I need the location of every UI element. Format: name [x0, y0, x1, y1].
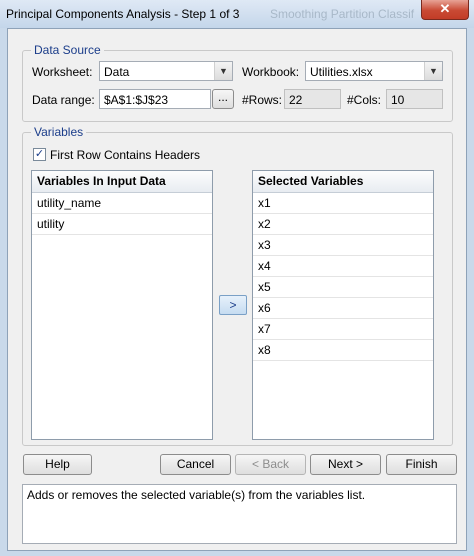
input-variables-list[interactable]: Variables In Input Data utility_name util… [31, 170, 213, 440]
data-source-group: Data Source Worksheet: Data ▼ Workbook: … [22, 43, 453, 122]
cols-field: 10 [386, 89, 443, 109]
data-range-picker-button[interactable]: ... [212, 89, 234, 109]
list-item[interactable]: utility [32, 214, 212, 235]
back-label: < Back [251, 457, 290, 471]
background-window-title: Smoothing Partition Classif [270, 7, 415, 21]
variables-legend: Variables [31, 125, 87, 139]
help-text-box: Adds or removes the selected variable(s)… [22, 484, 457, 544]
checkmark-icon: ✓ [34, 148, 45, 160]
data-range-label: Data range: [32, 93, 95, 107]
first-row-headers-checkbox[interactable]: ✓ [33, 148, 46, 161]
list-item[interactable]: x3 [253, 235, 433, 256]
data-range-input[interactable]: $A$1:$J$23 [99, 89, 211, 109]
move-variable-button[interactable]: > [219, 295, 247, 315]
ellipsis-label: ... [217, 90, 228, 104]
cols-value: 10 [391, 93, 405, 107]
chevron-down-icon[interactable]: ▼ [424, 62, 442, 80]
list-item[interactable]: x6 [253, 298, 433, 319]
workbook-label: Workbook: [242, 65, 300, 79]
list-item[interactable]: x5 [253, 277, 433, 298]
help-label: Help [45, 457, 70, 471]
worksheet-value: Data [104, 65, 130, 79]
workbook-dropdown[interactable]: Utilities.xlsx ▼ [305, 61, 443, 81]
help-button[interactable]: Help [23, 454, 92, 475]
data-range-value: $A$1:$J$23 [104, 93, 169, 107]
list-item[interactable]: utility_name [32, 193, 212, 214]
next-label: Next > [327, 457, 363, 471]
workbook-value: Utilities.xlsx [310, 65, 373, 79]
finish-button[interactable]: Finish [386, 454, 457, 475]
window-title: Principal Components Analysis - Step 1 o… [6, 7, 240, 21]
close-icon: ✕ [439, 1, 451, 16]
selected-variables-rows: x1 x2 x3 x4 x5 x6 x7 x8 [253, 193, 433, 361]
rows-value: 22 [289, 93, 303, 107]
list-item[interactable]: x1 [253, 193, 433, 214]
cols-label: #Cols: [347, 93, 382, 107]
worksheet-label: Worksheet: [32, 65, 93, 79]
help-text: Adds or removes the selected variable(s)… [27, 488, 366, 502]
first-row-headers-label: First Row Contains Headers [50, 148, 201, 162]
list-item[interactable]: x2 [253, 214, 433, 235]
rows-field: 22 [284, 89, 341, 109]
variables-group: Variables ✓ First Row Contains Headers V… [22, 125, 453, 446]
chevron-down-icon[interactable]: ▼ [214, 62, 232, 80]
arrow-right-icon: > [229, 298, 237, 312]
selected-variables-list[interactable]: Selected Variables x1 x2 x3 x4 x5 x6 x7 x8 [252, 170, 434, 440]
data-source-legend: Data Source [31, 43, 104, 57]
input-variables-rows: utility_name utility [32, 193, 212, 235]
cancel-label: Cancel [176, 457, 215, 471]
rows-label: #Rows: [242, 93, 283, 107]
next-button[interactable]: Next > [310, 454, 381, 475]
selected-variables-header: Selected Variables [253, 171, 433, 193]
list-item[interactable]: x7 [253, 319, 433, 340]
dialog-body: Data Source Worksheet: Data ▼ Workbook: … [7, 28, 467, 551]
list-item[interactable]: x4 [253, 256, 433, 277]
worksheet-dropdown[interactable]: Data ▼ [99, 61, 233, 81]
back-button[interactable]: < Back [235, 454, 306, 475]
cancel-button[interactable]: Cancel [160, 454, 231, 475]
title-bar: Principal Components Analysis - Step 1 o… [0, 0, 474, 28]
finish-label: Finish [405, 457, 438, 471]
input-variables-header: Variables In Input Data [32, 171, 212, 193]
list-item[interactable]: x8 [253, 340, 433, 361]
close-button[interactable]: ✕ [421, 0, 469, 20]
